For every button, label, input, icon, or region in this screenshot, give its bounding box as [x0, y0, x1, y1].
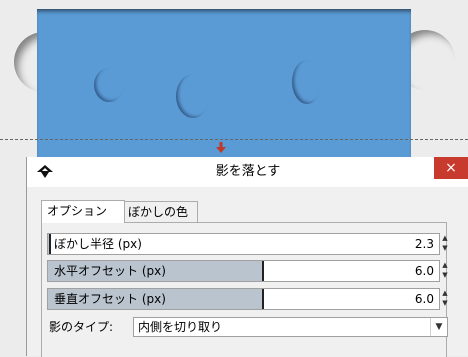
shadow-crescent — [176, 74, 210, 118]
horizontal-offset-slider[interactable]: 水平オフセット (px) 6.0 — [47, 260, 440, 282]
dialog-title: 影を落とす — [215, 164, 281, 179]
close-icon: × — [445, 160, 457, 176]
shadow-crescent — [292, 60, 322, 104]
shadow-type-value: 内側を切り取り — [138, 320, 223, 334]
spin-up-icon[interactable]: ▲ — [439, 288, 451, 298]
spin-down-icon[interactable]: ▼ — [439, 243, 451, 253]
horizontal-offset-label: 水平オフセット (px) — [54, 264, 166, 278]
blur-radius-value: 2.3 — [414, 237, 434, 251]
arrow-handle-icon[interactable] — [216, 142, 226, 154]
tab-options[interactable]: オプション — [41, 200, 125, 223]
title-bar[interactable]: 影を落とす × — [27, 157, 468, 187]
shadow-type-select[interactable]: 内側を切り取り ▼ — [133, 317, 448, 337]
chevron-down-icon: ▼ — [430, 318, 447, 336]
horizontal-offset-spinner: ▲ ▼ — [439, 260, 451, 280]
blur-radius-fill — [48, 234, 51, 254]
horizontal-offset-row: 水平オフセット (px) 6.0 ▲ ▼ — [47, 260, 467, 282]
guide-line[interactable] — [0, 139, 468, 140]
vertical-offset-label: 垂直オフセット (px) — [54, 292, 166, 306]
blur-radius-label: ぼかし半径 (px) — [54, 237, 142, 251]
tab-blur-color[interactable]: ぼかしの色 — [122, 201, 198, 223]
blur-radius-row: ぼかし半径 (px) 2.3 ▲ ▼ — [47, 233, 467, 255]
drop-shadow-dialog: 影を落とす × オプション ぼかしの色 ぼかし半径 (px) 2.3 ▲ ▼ 水… — [26, 157, 468, 357]
vertical-offset-slider[interactable]: 垂直オフセット (px) 6.0 — [47, 288, 440, 310]
blur-radius-spinner: ▲ ▼ — [439, 233, 451, 253]
shadow-type-label: 影のタイプ: — [49, 320, 114, 334]
vertical-offset-spinner: ▲ ▼ — [439, 288, 451, 308]
horizontal-offset-value: 6.0 — [414, 264, 434, 278]
shadow-crescent — [94, 68, 124, 102]
spin-down-icon[interactable]: ▼ — [439, 270, 451, 280]
spin-up-icon[interactable]: ▲ — [439, 260, 451, 270]
canvas-preview — [0, 0, 468, 160]
vertical-offset-row: 垂直オフセット (px) 6.0 ▲ ▼ — [47, 288, 467, 310]
spin-up-icon[interactable]: ▲ — [439, 233, 451, 243]
close-button[interactable]: × — [434, 157, 468, 179]
blur-radius-slider[interactable]: ぼかし半径 (px) 2.3 — [47, 233, 440, 255]
spin-down-icon[interactable]: ▼ — [439, 298, 451, 308]
vertical-offset-value: 6.0 — [414, 292, 434, 306]
